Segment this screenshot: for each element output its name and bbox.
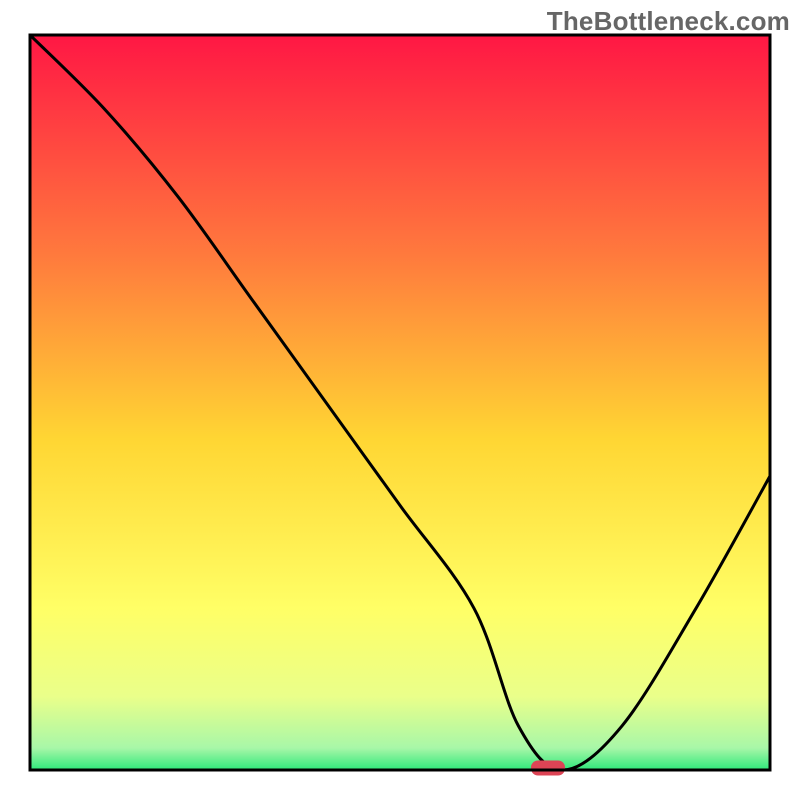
optimal-point-marker	[531, 761, 565, 776]
watermark-text: TheBottleneck.com	[547, 6, 790, 37]
chart-svg	[0, 0, 800, 800]
gradient-background	[30, 35, 770, 770]
chart-container: TheBottleneck.com	[0, 0, 800, 800]
